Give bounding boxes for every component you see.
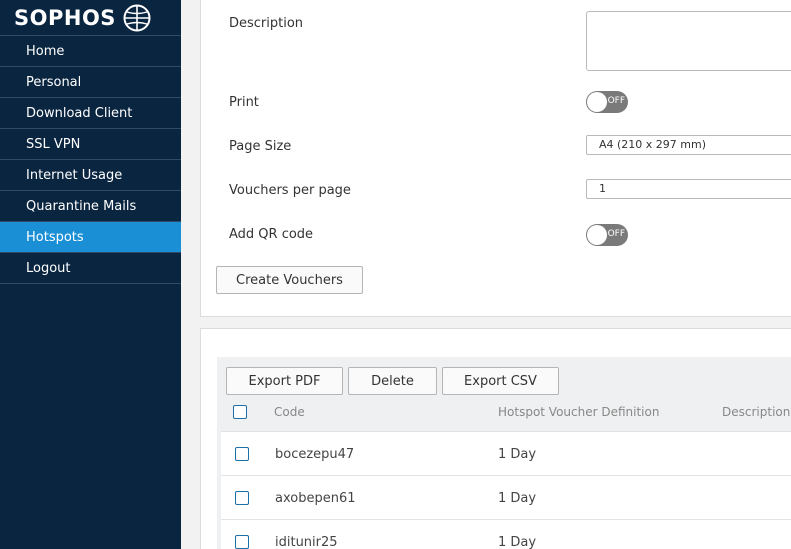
sidebar-item-ssl-vpn[interactable]: SSL VPN (0, 129, 181, 160)
sidebar-nav: Home Personal Download Client SSL VPN In… (0, 35, 181, 284)
vouchers-per-page-select[interactable]: 1 (586, 179, 791, 199)
description-textarea[interactable] (586, 11, 791, 71)
print-label: Print (229, 95, 259, 110)
sidebar-item-label: Home (26, 43, 65, 59)
sidebar-item-logout[interactable]: Logout (0, 253, 181, 284)
sidebar-item-label: Hotspots (26, 229, 84, 245)
page-size-label: Page Size (229, 139, 292, 154)
print-toggle[interactable]: OFF (586, 91, 628, 113)
qr-code-label: Add QR code (229, 227, 314, 242)
row-checkbox[interactable] (235, 447, 249, 461)
logo-text: SOPHOS (14, 5, 116, 30)
column-header-definition[interactable]: Hotspot Voucher Definition (498, 405, 659, 419)
sidebar-item-download-client[interactable]: Download Client (0, 98, 181, 129)
sidebar-item-hotspots[interactable]: Hotspots (0, 222, 181, 253)
select-all-checkbox[interactable] (233, 405, 247, 419)
voucher-code: iditunir25 (275, 535, 338, 549)
voucher-code: bocezepu47 (275, 447, 355, 462)
globe-icon (123, 4, 151, 31)
row-checkbox[interactable] (235, 491, 249, 505)
sophos-logo: SOPHOS (0, 0, 181, 35)
table-row[interactable]: bocezepu47 1 Day (221, 431, 791, 475)
sidebar-item-label: Internet Usage (26, 167, 123, 183)
create-vouchers-button[interactable]: Create Vouchers (216, 266, 363, 294)
qr-code-toggle[interactable]: OFF (586, 224, 628, 246)
sidebar-item-label: Quarantine Mails (26, 198, 137, 214)
table-row[interactable]: axobepen61 1 Day (221, 475, 791, 519)
column-header-code[interactable]: Code (274, 405, 305, 419)
sidebar-item-label: SSL VPN (26, 136, 81, 152)
sidebar-item-label: Download Client (26, 105, 133, 121)
vouchers-per-page-label: Vouchers per page (229, 183, 351, 198)
sidebar-item-quarantine-mails[interactable]: Quarantine Mails (0, 191, 181, 222)
table-row[interactable]: iditunir25 1 Day (221, 519, 791, 549)
row-checkbox[interactable] (235, 535, 249, 549)
sidebar-item-personal[interactable]: Personal (0, 67, 181, 98)
voucher-definition: 1 Day (498, 491, 537, 506)
sidebar-item-label: Logout (26, 260, 71, 276)
sidebar-item-label: Personal (26, 74, 82, 90)
voucher-definition: 1 Day (498, 535, 537, 549)
toggle-state: OFF (607, 229, 625, 239)
sidebar-item-home[interactable]: Home (0, 36, 181, 67)
sidebar-item-internet-usage[interactable]: Internet Usage (0, 160, 181, 191)
toggle-state: OFF (607, 96, 625, 106)
delete-button[interactable]: Delete (348, 367, 437, 395)
voucher-code: axobepen61 (275, 491, 356, 506)
page-size-select[interactable]: A4 (210 x 297 mm) (586, 135, 791, 155)
export-csv-button[interactable]: Export CSV (442, 367, 559, 395)
toggle-knob (587, 225, 607, 245)
description-label: Description (229, 16, 304, 31)
main-content: Description Print OFF Page Size A4 (210 … (181, 0, 791, 549)
sidebar: SOPHOS Home Personal Download Client SSL… (0, 0, 181, 549)
voucher-definition: 1 Day (498, 447, 537, 462)
column-header-description[interactable]: Description (722, 405, 790, 419)
toggle-knob (587, 92, 607, 112)
export-pdf-button[interactable]: Export PDF (226, 367, 343, 395)
